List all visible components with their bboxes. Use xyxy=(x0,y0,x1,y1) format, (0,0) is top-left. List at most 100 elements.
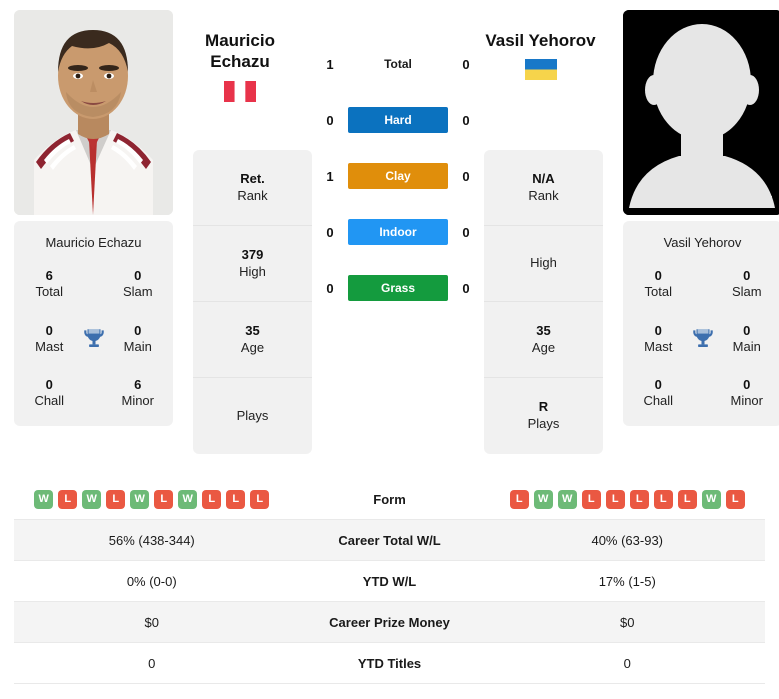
h2h-indoor-right-score: 0 xyxy=(462,224,470,240)
right-player-card-name: Vasil Yehorov xyxy=(663,235,742,250)
left-total-titles: 6 Total xyxy=(22,268,77,301)
left-player-name-line2: Echazu xyxy=(210,52,270,72)
left-challenger-titles: 0 Chall xyxy=(22,377,77,410)
row-label-form: Form xyxy=(373,491,406,507)
right-minor-titles: 0 Minor xyxy=(720,377,775,410)
left-player-name-line1: Mauricio xyxy=(205,31,275,50)
h2h-hard-badge[interactable]: Hard xyxy=(348,107,448,133)
right-plays-label: Plays xyxy=(527,416,560,431)
right-challenger-titles: 0 Chall xyxy=(631,377,686,410)
table-row-career-total-wl: 56% (438-344) Career Total W/L 40% (63-9… xyxy=(14,520,765,561)
h2h-clay-badge[interactable]: Clay xyxy=(348,163,448,189)
form-badge-l[interactable]: L xyxy=(677,489,697,509)
peru-flag-icon xyxy=(224,80,256,102)
left-high-cell: 379 High xyxy=(193,226,312,302)
table-row-ytd-titles: 0 YTD Titles 0 xyxy=(14,643,765,684)
h2h-row-clay: 1 Clay 0 xyxy=(312,148,484,204)
left-career-prize-money: $0 xyxy=(144,614,159,630)
right-titles-grid: 0 Total 0 Slam 0 Mast 0 Main 0 Chall 0 M… xyxy=(631,268,774,410)
table-row-ytd-wl: 0% (0-0) YTD W/L 17% (1-5) xyxy=(14,561,765,602)
placeholder-avatar-icon xyxy=(623,10,779,215)
left-form-cell: WLWLWLWLLL xyxy=(14,489,290,509)
form-badge-l[interactable]: L xyxy=(226,489,246,509)
right-player-photo[interactable] xyxy=(623,10,779,215)
row-label-career-total-wl: Career Total W/L xyxy=(338,532,441,548)
left-rank-column: Ret. Rank 379 High 35 Age Plays xyxy=(193,150,312,454)
left-slam-titles-value: 0 xyxy=(134,268,142,283)
table-row-career-prize-money: $0 Career Prize Money $0 xyxy=(14,602,765,643)
left-age-cell: 35 Age xyxy=(193,302,312,378)
right-rank-cell: N/A Rank xyxy=(484,150,603,226)
form-badge-w[interactable]: W xyxy=(557,489,577,509)
left-main-titles: 0 Main xyxy=(111,323,166,356)
left-masters-titles: 0 Mast xyxy=(22,323,77,356)
right-career-prize-money: $0 xyxy=(620,614,635,630)
form-badge-l[interactable]: L xyxy=(653,489,673,509)
left-plays-cell: Plays xyxy=(193,378,312,454)
h2h-grass-badge[interactable]: Grass xyxy=(348,275,448,301)
right-main-titles-value: 0 xyxy=(743,322,751,338)
left-player-headshot-image xyxy=(14,10,173,215)
left-challenger-titles-value: 0 xyxy=(45,377,53,392)
form-badge-l[interactable]: L xyxy=(605,489,625,509)
form-badge-l[interactable]: L xyxy=(725,489,745,509)
left-high-value: 379 xyxy=(241,246,264,262)
form-badge-l[interactable]: L xyxy=(202,489,222,509)
form-badge-l[interactable]: L xyxy=(629,489,649,509)
player-comparison-page: Mauricio Echazu Vasil Yehorov Mauricio E… xyxy=(0,0,779,699)
right-player-column: Vasil Yehorov 0 Total 0 Slam 0 Mast 0 Ma… xyxy=(623,10,779,426)
left-total-titles-value: 6 xyxy=(45,268,53,283)
h2h-row-total: 1 Total 0 xyxy=(312,36,484,92)
form-badge-l[interactable]: L xyxy=(250,489,270,509)
right-ytd-wl: 17% (1-5) xyxy=(598,573,656,589)
left-minor-titles-value: 6 xyxy=(134,377,142,392)
row-label-ytd-wl: YTD W/L xyxy=(362,573,417,589)
left-main-titles-label: Main xyxy=(123,338,152,354)
right-player-name-header[interactable]: Vasil Yehorov xyxy=(478,30,603,81)
right-main-titles-label: Main xyxy=(732,338,761,354)
right-high-cell: High xyxy=(484,226,603,302)
left-minor-titles: 6 Minor xyxy=(111,377,166,410)
ukraine-flag-icon xyxy=(524,59,557,81)
h2h-indoor-left-score: 0 xyxy=(326,224,334,240)
right-high-label: High xyxy=(530,255,557,271)
right-slam-titles-label: Slam xyxy=(731,284,762,300)
comparison-top-section: Mauricio Echazu 6 Total 0 Slam 0 Mast 0 … xyxy=(0,0,779,454)
left-player-card-name: Mauricio Echazu xyxy=(45,235,142,250)
form-badge-w[interactable]: W xyxy=(701,489,721,509)
right-plays-value: R xyxy=(538,399,549,415)
h2h-indoor-badge[interactable]: Indoor xyxy=(348,219,448,245)
right-form-badges: LWWLLLLLWL xyxy=(490,489,766,509)
form-badge-l[interactable]: L xyxy=(509,489,529,509)
left-minor-titles-label: Minor xyxy=(121,393,154,409)
right-form-cell: LWWLLLLLWL xyxy=(490,489,766,509)
form-badge-w[interactable]: W xyxy=(130,489,150,509)
right-rank-column: N/A Rank High 35 Age R Plays xyxy=(484,150,603,454)
left-player-photo[interactable] xyxy=(14,10,173,215)
form-badge-w[interactable]: W xyxy=(178,489,198,509)
right-slam-titles-value: 0 xyxy=(743,268,751,283)
h2h-grass-left-score: 0 xyxy=(326,280,334,296)
left-age-label: Age xyxy=(240,339,265,355)
form-badge-w[interactable]: W xyxy=(82,489,102,509)
h2h-hard-right-score: 0 xyxy=(462,112,470,128)
form-badge-l[interactable]: L xyxy=(58,489,78,509)
left-ytd-titles: 0 xyxy=(148,655,156,671)
left-player-name-header[interactable]: Mauricio Echazu xyxy=(180,30,300,102)
left-challenger-titles-label: Chall xyxy=(34,393,65,409)
form-badge-l[interactable]: L xyxy=(106,489,126,509)
form-badge-w[interactable]: W xyxy=(533,489,553,509)
left-age-value: 35 xyxy=(245,322,260,338)
left-main-titles-value: 0 xyxy=(134,322,142,338)
left-masters-titles-label: Mast xyxy=(35,338,64,354)
left-player-titles-card: Mauricio Echazu 6 Total 0 Slam 0 Mast 0 … xyxy=(14,221,173,426)
form-badge-l[interactable]: L xyxy=(154,489,174,509)
comparison-stats-table: WLWLWLWLLL Form LWWLLLLLWL 56% (438-344)… xyxy=(14,479,765,684)
form-badge-l[interactable]: L xyxy=(581,489,601,509)
left-ytd-wl: 0% (0-0) xyxy=(126,573,177,589)
left-plays-label: Plays xyxy=(236,407,269,423)
h2h-row-indoor: 0 Indoor 0 xyxy=(312,204,484,260)
form-badge-w[interactable]: W xyxy=(34,489,54,509)
trophy-icon xyxy=(83,329,104,347)
right-player-name-line1: Vasil Yehorov xyxy=(485,31,596,50)
